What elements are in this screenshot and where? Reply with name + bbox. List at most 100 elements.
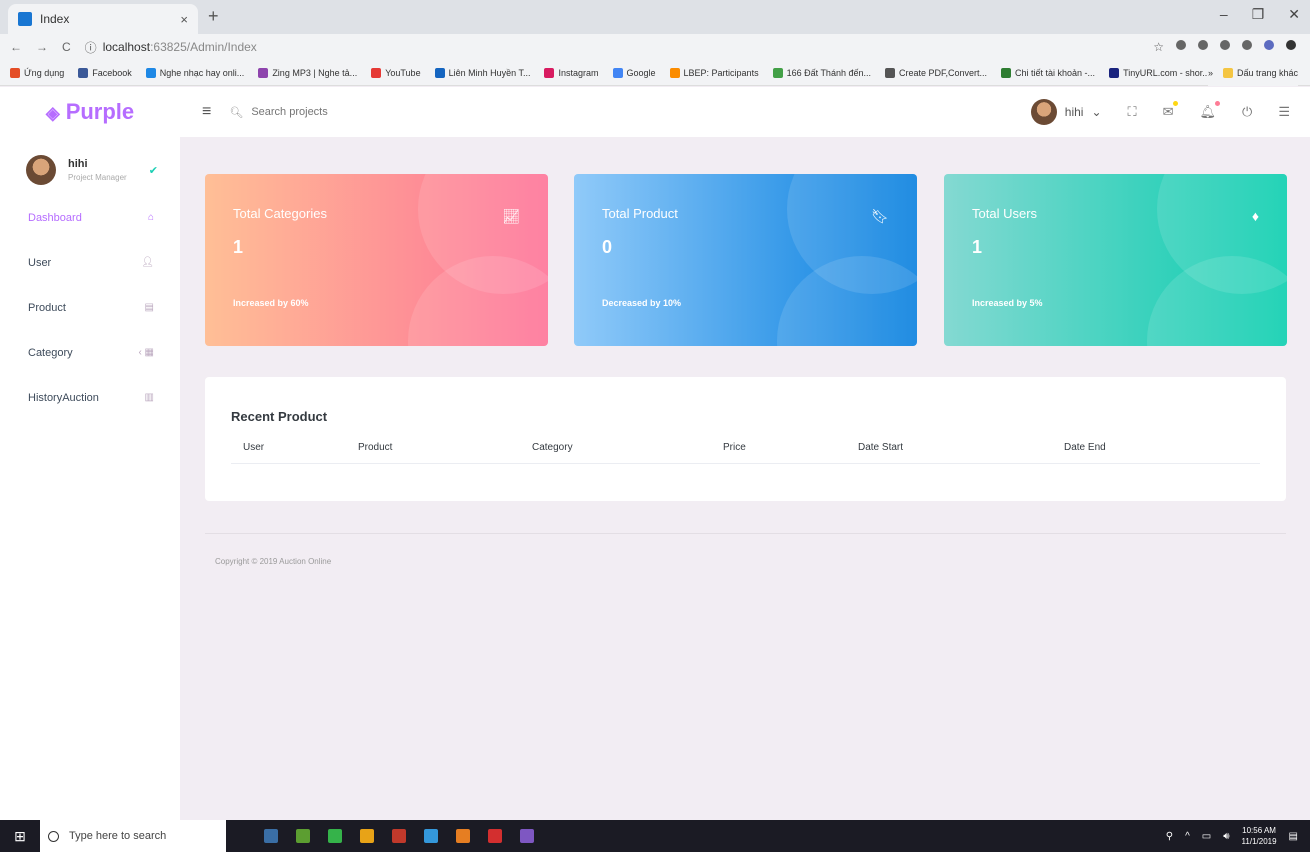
diamond-icon: ♦	[1251, 208, 1259, 224]
nav-buttons: ← → C	[10, 40, 71, 54]
chevron-down-icon: ⌄	[1091, 105, 1102, 119]
profile-icon[interactable]	[1286, 40, 1296, 50]
chart-icon: ▥	[144, 392, 154, 403]
people-icon[interactable]: ⚲	[1166, 831, 1173, 842]
bookmark-favicon-icon	[371, 67, 382, 78]
list-icon[interactable]: ☰	[1278, 104, 1290, 120]
brand-logo[interactable]: ◈ Purple	[0, 99, 180, 125]
taskbar-search-placeholder: Type here to search	[69, 830, 167, 842]
tab-title: Index	[40, 12, 70, 26]
taskbar-app-icon[interactable]	[488, 829, 502, 843]
card-subtitle: Increased by 60%	[233, 298, 309, 308]
bookmark-item[interactable]: Zing MP3 | Nghe tả...	[258, 67, 357, 78]
messages-button[interactable]: ✉	[1162, 101, 1178, 120]
site-info-icon[interactable]: ⓘ	[85, 39, 97, 56]
bookmark-item[interactable]: YouTube	[371, 67, 421, 78]
home-icon: ⌂	[147, 212, 154, 223]
user-info: hihi Project Manager	[68, 158, 127, 182]
other-bookmarks-label: Dấu trang khác	[1236, 68, 1298, 78]
extension-icon[interactable]	[1264, 40, 1274, 50]
taskbar-app-icon[interactable]	[392, 829, 406, 843]
bookmark-item[interactable]: TinyURL.com - shor...	[1109, 67, 1210, 78]
bookmark-item[interactable]: 166 Đất Thánh đến...	[772, 67, 871, 78]
browser-tab[interactable]: Index ×	[8, 4, 198, 34]
bookmark-item[interactable]: Nghe nhạc hay onli...	[145, 67, 244, 78]
sidebar-item-product[interactable]: Product ▤	[0, 285, 180, 330]
volume-icon[interactable]: 🔊︎	[1223, 831, 1229, 842]
card-total-product: Total Product 0 Decreased by 10% 🔖︎	[574, 174, 917, 346]
new-tab-button[interactable]: +	[208, 6, 219, 27]
bookmark-item[interactable]: Create PDF,Convert...	[884, 67, 987, 78]
bookmark-item[interactable]: Ứng dụng	[10, 67, 64, 78]
bookmarks-bar: Ứng dụng Facebook Nghe nhạc hay onli... Zin…	[0, 60, 1310, 86]
close-window-button[interactable]: ✕	[1288, 6, 1300, 23]
folder-icon	[1222, 68, 1233, 78]
taskbar-app-icon[interactable]	[296, 829, 310, 843]
minimize-button[interactable]: –	[1220, 6, 1228, 23]
sidebar-item-historyauction[interactable]: HistoryAuction ▥	[0, 375, 180, 420]
forward-button[interactable]: →	[36, 40, 48, 54]
bookmark-favicon-icon	[10, 67, 20, 78]
menu-toggle-button[interactable]: ≡	[202, 103, 211, 121]
sidebar-item-user[interactable]: User 👤︎	[0, 240, 180, 285]
messages-dot	[1172, 101, 1178, 106]
url-path: :63825/Admin/Index	[150, 40, 257, 54]
other-bookmarks-folder[interactable]: Dấu trang khác	[1222, 68, 1298, 78]
taskbar-search[interactable]: Type here to search	[40, 820, 226, 852]
reload-button[interactable]: C	[62, 40, 71, 54]
restore-button[interactable]: ❐	[1252, 6, 1265, 23]
bookmark-item[interactable]: Instagram	[544, 67, 599, 78]
taskbar-app-icon[interactable]	[264, 829, 278, 843]
profile-dropdown[interactable]: hihi ⌄	[1030, 99, 1102, 125]
notification-center-icon[interactable]: ▤	[1289, 831, 1298, 842]
extension-icon[interactable]	[1198, 40, 1208, 50]
bookmark-item[interactable]: Liên Minh Huyền T...	[434, 67, 530, 78]
column-header-category: Category	[532, 442, 573, 453]
mail-icon: ✉	[1162, 104, 1174, 119]
extension-icon[interactable]	[1242, 40, 1252, 50]
url-field[interactable]: localhost:63825/Admin/Index	[103, 40, 257, 54]
notifications-button[interactable]: 🔔︎	[1200, 101, 1221, 120]
fullscreen-icon[interactable]: ⛶	[1128, 104, 1137, 120]
column-header-date-start: Date Start	[858, 442, 904, 453]
taskbar-app-icon[interactable]	[328, 829, 342, 843]
main-content: Total Categories 1 Increased by 60% 📈︎ T…	[180, 137, 1310, 820]
extension-icon[interactable]	[1176, 40, 1186, 50]
taskbar-app-icon[interactable]	[520, 829, 534, 843]
network-icon[interactable]: ▭	[1202, 831, 1211, 842]
card-title: Total Product	[602, 206, 678, 221]
sidebar-user[interactable]: hihi Project Manager ✔	[0, 137, 180, 195]
brand-name: Purple	[65, 99, 135, 124]
windows-start-icon[interactable]: ⊞	[0, 828, 40, 845]
sidebar-item-label: Product	[28, 301, 66, 314]
taskbar-app-icon[interactable]	[456, 829, 470, 843]
bookmark-item[interactable]: LBEP: Participants	[669, 67, 759, 78]
bookmark-item[interactable]: Chi tiết tài khoản -...	[1001, 67, 1095, 78]
bookmark-item[interactable]: Google	[612, 67, 656, 78]
back-button[interactable]: ←	[10, 40, 22, 54]
chevron-up-icon[interactable]: ^	[1185, 831, 1190, 842]
sidebar-item-dashboard[interactable]: Dashboard ⌂	[0, 195, 180, 240]
taskbar-app-icon[interactable]	[424, 829, 438, 843]
bookmark-label: Facebook	[92, 67, 132, 78]
card-subtitle: Increased by 5%	[972, 298, 1043, 308]
bookmark-label: Instagram	[558, 67, 599, 78]
tab-close-icon[interactable]: ×	[180, 12, 188, 27]
bookmark-favicon-icon	[772, 67, 783, 78]
power-icon[interactable]: ⏻	[1242, 104, 1252, 120]
user-name: hihi	[68, 158, 88, 170]
star-icon[interactable]: ☆	[1153, 40, 1164, 54]
sidebar-item-category[interactable]: Category ‹ ▦	[0, 330, 180, 375]
extension-icon[interactable]	[1220, 40, 1230, 50]
topnav-right: hihi ⌄ ⛶ ✉ 🔔︎ ⏻ ☰	[1030, 99, 1310, 125]
app-topnav: ◈Purple ≡ 🔍︎ hihi ⌄ ⛶ ✉ 🔔︎ ⏻ ☰	[0, 87, 1310, 137]
search-input[interactable]	[251, 106, 452, 118]
bookmarks-right: » Dấu trang khác	[1207, 60, 1298, 86]
clock[interactable]: 10:56 AM 11/1/2019	[1242, 825, 1277, 847]
taskbar-app-icon[interactable]	[360, 829, 374, 843]
bookmark-item[interactable]: Facebook	[78, 67, 132, 78]
card-total-categories: Total Categories 1 Increased by 60% 📈︎	[205, 174, 548, 346]
profile-name: hihi	[1064, 105, 1084, 119]
avatar	[1030, 99, 1057, 125]
more-bookmarks-button[interactable]: »	[1208, 68, 1213, 78]
